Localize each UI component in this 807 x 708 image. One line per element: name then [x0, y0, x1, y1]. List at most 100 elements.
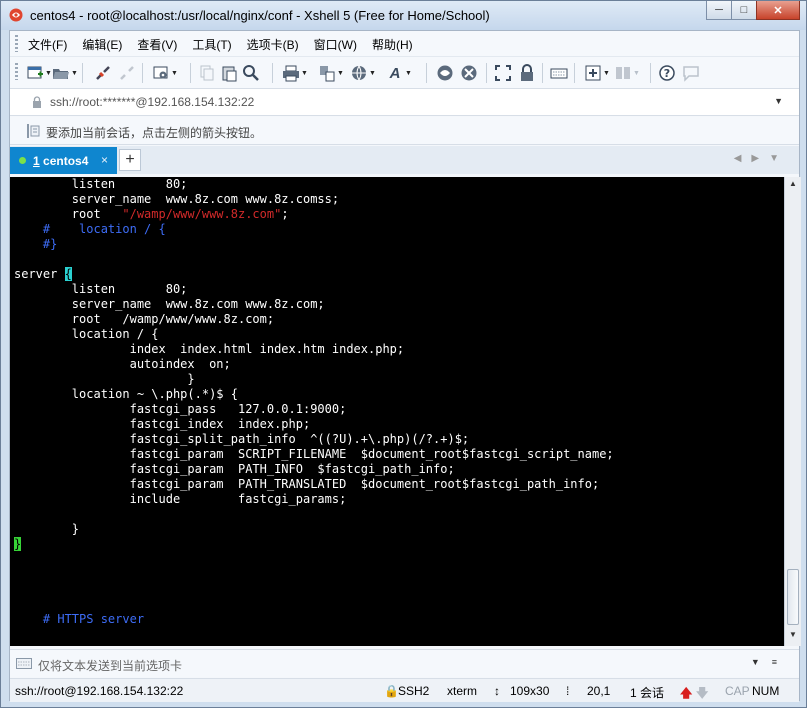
send-bar-controls[interactable]: ▼≡	[751, 657, 789, 667]
terminal-line: listen 80;	[14, 282, 188, 296]
tab-nav-arrows[interactable]: ◀▶▼	[734, 153, 789, 164]
terminal-line: #}	[14, 237, 58, 251]
menu-view[interactable]: 查看(V)	[137, 36, 177, 53]
terminal-line: # location / {	[14, 222, 166, 236]
chevron-down-icon: ▼	[369, 69, 376, 77]
maximize-button[interactable]: □	[731, 1, 757, 20]
transfer-button[interactable]: ▼	[318, 64, 344, 82]
help-icon: ?	[659, 65, 675, 81]
add-icon	[585, 65, 601, 81]
terminal-line: server_name www.8z.com www.8z.comss;	[14, 192, 340, 206]
properties-button[interactable]: ▼	[152, 64, 178, 82]
new-tab-button[interactable]: +	[119, 149, 141, 171]
find-button[interactable]	[242, 64, 260, 82]
lock-button[interactable]	[518, 64, 536, 82]
upload-arrow-icon: 🡅	[680, 686, 693, 700]
chevron-down-icon: ▼	[171, 69, 178, 77]
keyboard-button[interactable]	[550, 64, 568, 82]
status-size: 109x30	[510, 684, 550, 698]
menu-edit[interactable]: 编辑(E)	[82, 36, 122, 53]
terminal-cursor: }	[14, 537, 22, 551]
toolbar-grip[interactable]	[15, 63, 18, 80]
terminal-line: fastcgi_pass 127.0.0.1:9000;	[14, 402, 347, 416]
status-term: xterm	[447, 684, 477, 698]
paste-icon	[222, 66, 237, 82]
new-session-button[interactable]: ▼	[26, 64, 52, 82]
menu-tab[interactable]: 选项卡(B)	[247, 36, 299, 53]
open-icon	[53, 69, 69, 79]
menu-items: 文件(F) 编辑(E) 查看(V) 工具(T) 选项卡(B) 窗口(W) 帮助(…	[28, 36, 428, 53]
toolbar-separator	[142, 63, 143, 83]
tab-close-button[interactable]: ×	[101, 153, 108, 167]
tab-centos4[interactable]: 1 centos4 ×	[10, 147, 117, 174]
xshell-app-icon	[9, 8, 23, 22]
xmanager-button[interactable]	[460, 64, 478, 82]
menu-file[interactable]: 文件(F)	[28, 36, 67, 53]
toolbar-separator	[542, 63, 543, 83]
terminal-line: include fastcgi_params;	[14, 492, 347, 506]
terminal-line: server_name www.8z.com www.8z.com;	[14, 297, 325, 311]
disconnect-icon	[120, 66, 134, 80]
terminal-line: root /wamp/www/www.8z.com;	[14, 312, 275, 326]
keyboard-icon	[550, 68, 568, 79]
size-icon: ↕	[494, 684, 500, 698]
chat-button[interactable]	[682, 64, 700, 82]
lock-icon	[521, 64, 533, 81]
toolbar-separator	[574, 63, 575, 83]
help-button[interactable]: ?	[658, 64, 676, 82]
chevron-down-icon[interactable]: ▼	[774, 96, 783, 106]
window-controls: ─ □ ✕	[706, 1, 800, 21]
toolbar-separator	[82, 63, 83, 83]
copy-icon	[200, 65, 214, 81]
connect-button[interactable]	[94, 64, 112, 82]
matching-bracket: {	[64, 267, 72, 281]
print-button[interactable]: ▼	[282, 64, 308, 82]
scroll-thumb[interactable]	[787, 569, 799, 625]
address-text[interactable]: ssh://root:*******@192.168.154.132:22	[50, 95, 254, 109]
add-button[interactable]: ▼	[584, 64, 610, 82]
terminal-scrollbar[interactable]: ▲ ▼	[784, 177, 801, 646]
cursor-pos-icon: ⁞	[566, 684, 570, 698]
copy-button[interactable]	[198, 64, 216, 82]
xmanager-icon	[461, 65, 477, 81]
scroll-down-icon[interactable]: ▼	[785, 630, 801, 644]
send-text-input[interactable]: 仅将文本发送到当前选项卡	[38, 657, 182, 674]
terminal-line: fastcgi_param PATH_TRANSLATED $document_…	[14, 477, 600, 491]
menu-help[interactable]: 帮助(H)	[372, 36, 413, 53]
lock-icon	[33, 96, 41, 108]
minimize-button[interactable]: ─	[706, 1, 732, 20]
terminal-line: autoindex on;	[14, 357, 231, 371]
find-icon	[243, 65, 259, 81]
disconnect-button[interactable]	[118, 64, 136, 82]
close-button[interactable]: ✕	[756, 1, 800, 20]
download-arrow-icon: 🡇	[696, 686, 709, 700]
scroll-up-icon[interactable]: ▲	[785, 179, 801, 193]
arrow-session-icon[interactable]	[26, 123, 42, 139]
address-bar: ssh://root:*******@192.168.154.132:22 ▼	[10, 88, 799, 116]
connected-status-icon	[19, 157, 26, 164]
title-bar[interactable]: centos4 - root@localhost:/usr/local/ngin…	[1, 1, 806, 30]
paste-button[interactable]	[220, 64, 238, 82]
layout-button[interactable]: ▼	[614, 64, 640, 82]
print-icon	[283, 65, 299, 82]
toolbar-separator	[190, 63, 191, 83]
globe-button[interactable]: ▼	[350, 64, 376, 82]
chevron-down-icon: ▼	[45, 69, 52, 77]
tab-bar: 1 centos4 × + ◀▶▼	[10, 146, 799, 174]
xftp-button[interactable]	[436, 64, 454, 82]
chevron-down-icon: ▼	[633, 69, 640, 77]
terminal-line: listen 80;	[14, 177, 188, 191]
open-button[interactable]: ▼	[52, 64, 78, 82]
terminal-output[interactable]: listen 80; server_name www.8z.com www.8z…	[10, 177, 784, 646]
fullscreen-icon	[495, 65, 511, 81]
status-caps: CAP	[725, 684, 750, 698]
fullscreen-button[interactable]	[494, 64, 512, 82]
main-client: 文件(F) 编辑(E) 查看(V) 工具(T) 选项卡(B) 窗口(W) 帮助(…	[9, 30, 801, 702]
menu-grip[interactable]	[15, 35, 18, 52]
connect-icon	[96, 66, 110, 80]
terminal-line: }	[14, 522, 80, 536]
menu-window[interactable]: 窗口(W)	[314, 36, 357, 53]
menu-tools[interactable]: 工具(T)	[192, 36, 231, 53]
font-button[interactable]: A ▼	[386, 64, 412, 82]
status-sessions: 1 会话	[630, 686, 665, 700]
